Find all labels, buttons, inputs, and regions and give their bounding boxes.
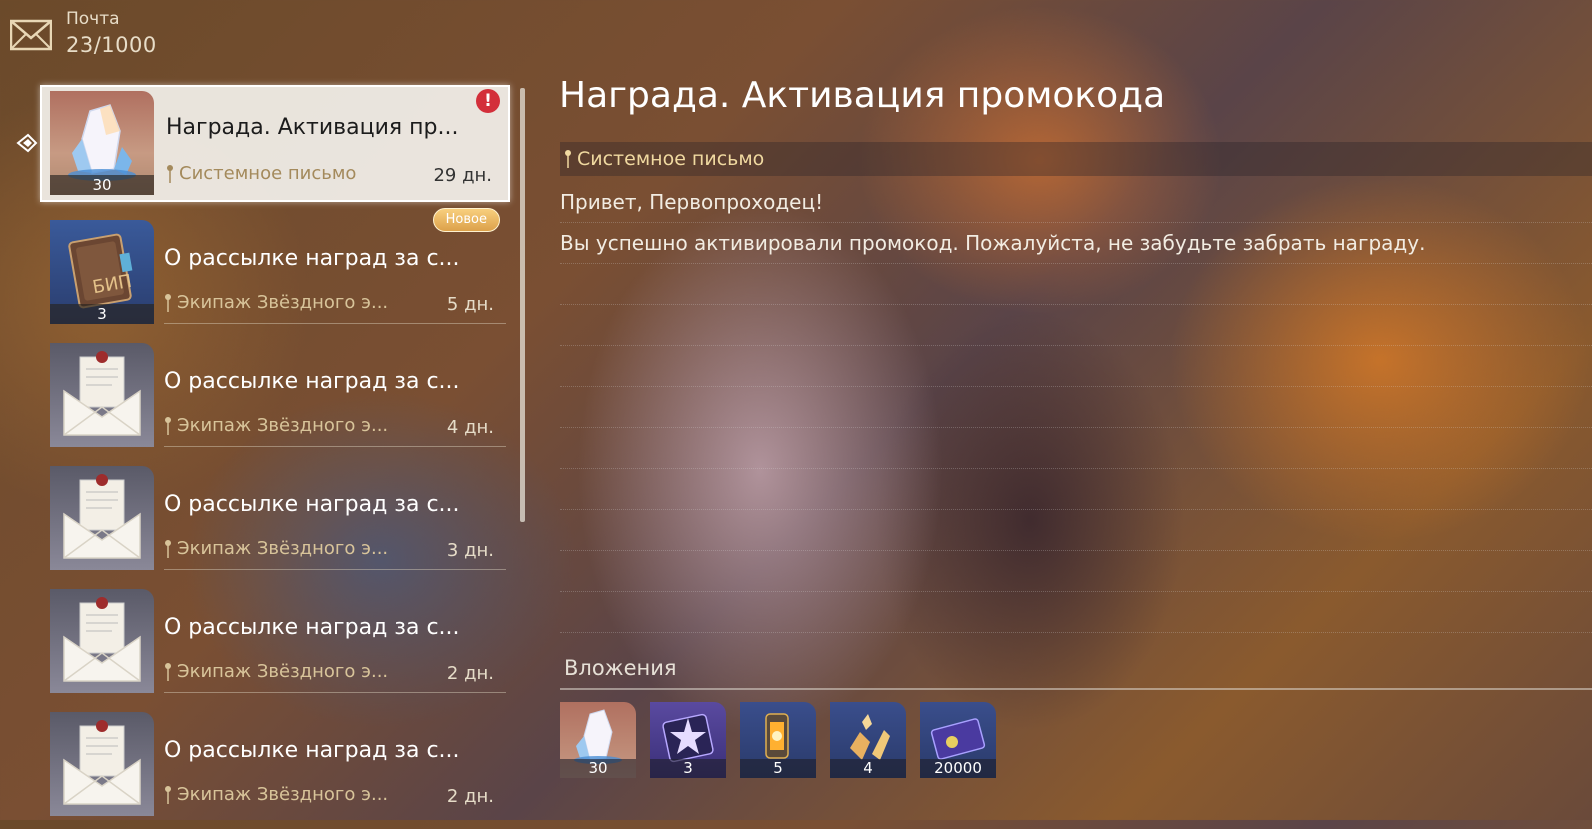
divider	[164, 323, 506, 324]
attachment-count: 5	[740, 759, 816, 778]
envelope-icon	[50, 712, 154, 816]
divider	[164, 569, 506, 570]
pin-icon	[165, 539, 171, 558]
mail-item-selected[interactable]: 30 Награда. Активация пр... Системное пи…	[40, 85, 510, 202]
mail-sender: Экипаж Звёздного э...	[177, 661, 389, 682]
mail-days-left: 29 дн.	[433, 165, 492, 186]
pin-icon	[165, 293, 171, 312]
mail-sender: Экипаж Звёздного э...	[177, 292, 389, 313]
mail-days-left: 4 дн.	[446, 417, 494, 438]
mail-body-line: Вы успешно активировали промокод. Пожалу…	[560, 223, 1592, 264]
mail-list: 30 Награда. Активация пр... Системное пи…	[40, 85, 510, 829]
mail-title: Награда. Активация пр...	[166, 115, 459, 140]
mail-sender: Экипаж Звёздного э...	[177, 538, 389, 559]
thumb-count: 30	[50, 175, 154, 195]
mail-title: О рассылке наград за с...	[164, 492, 460, 517]
mail-item[interactable]: О рассылке наград за с... Экипаж Звёздно…	[40, 706, 510, 816]
mail-header-title: Почта	[66, 9, 120, 29]
mail-days-left: 5 дн.	[446, 294, 494, 315]
pin-icon	[167, 164, 173, 183]
attachment-crystal[interactable]: 30	[560, 702, 636, 778]
mail-days-left: 3 дн.	[446, 540, 494, 561]
attachments-list: 30 3 5 4 20000	[560, 702, 996, 778]
envelope-icon	[50, 343, 154, 447]
mail-body-line: Привет, Первопроходец!	[560, 182, 1592, 223]
mail-item[interactable]: О рассылке наград за с... Экипаж Звёздно…	[40, 460, 510, 570]
alert-icon: !	[476, 89, 500, 113]
ruled-line	[560, 387, 1592, 428]
attachment-credits[interactable]: 20000	[920, 702, 996, 778]
attachment-star-pass[interactable]: 3	[650, 702, 726, 778]
mail-detail-sender-bar: Системное письмо	[560, 142, 1592, 176]
pin-icon	[565, 150, 571, 168]
envelope-icon	[50, 589, 154, 693]
pin-icon	[165, 662, 171, 681]
divider	[560, 688, 1592, 690]
mail-title: О рассылке наград за с...	[164, 738, 460, 763]
ruled-line	[560, 264, 1592, 305]
mail-detail-title: Награда. Активация промокода	[559, 75, 1166, 116]
attachment-count: 3	[650, 759, 726, 778]
ruled-line	[560, 346, 1592, 387]
pin-icon	[165, 785, 171, 804]
mail-item[interactable]: О рассылке наград за с... Экипаж Звёздно…	[40, 583, 510, 693]
ruled-line	[560, 510, 1592, 551]
mail-item[interactable]: БИП 3 О рассылке наград за с... Экипаж З…	[40, 208, 510, 324]
mail-count: 23/1000	[66, 33, 157, 57]
divider	[164, 692, 506, 693]
attachment-lantern[interactable]: 5	[740, 702, 816, 778]
ruled-line	[560, 305, 1592, 346]
attachment-count: 20000	[920, 759, 996, 778]
mail-detail-sender: Системное письмо	[577, 148, 765, 170]
ruled-line	[560, 469, 1592, 510]
ruled-line	[560, 551, 1592, 592]
ruled-line	[560, 592, 1592, 633]
mail-title: О рассылке наград за с...	[164, 246, 460, 271]
divider	[164, 446, 506, 447]
mail-detail: Награда. Активация промокода Системное п…	[559, 70, 1592, 633]
new-badge: Новое	[432, 208, 500, 232]
pin-icon	[165, 416, 171, 435]
crystal-icon: 30	[50, 91, 154, 195]
attachments-title: Вложения	[564, 656, 677, 680]
mail-header: Почта 23/1000	[10, 8, 157, 60]
mail-sender: Экипаж Звёздного э...	[177, 784, 389, 805]
selection-arrow-icon	[16, 133, 38, 153]
mail-list-scrollbar[interactable]	[520, 88, 525, 522]
thumb-count: 3	[50, 304, 154, 324]
mail-icon	[10, 19, 52, 51]
mail-days-left: 2 дн.	[446, 786, 494, 807]
mail-body: Привет, Первопроходец! Вы успешно активи…	[560, 182, 1592, 633]
mail-title: О рассылке наград за с...	[164, 615, 460, 640]
mail-item[interactable]: О рассылке наград за с... Экипаж Звёздно…	[40, 337, 510, 447]
book-icon: БИП 3	[50, 220, 154, 324]
mail-sender: Системное письмо	[179, 163, 357, 184]
attachment-ore[interactable]: 4	[830, 702, 906, 778]
mail-sender: Экипаж Звёздного э...	[177, 415, 389, 436]
envelope-icon	[50, 466, 154, 570]
attachment-count: 30	[560, 759, 636, 778]
attachment-count: 4	[830, 759, 906, 778]
mail-title: О рассылке наград за с...	[164, 369, 460, 394]
mail-days-left: 2 дн.	[446, 663, 494, 684]
ruled-line	[560, 428, 1592, 469]
